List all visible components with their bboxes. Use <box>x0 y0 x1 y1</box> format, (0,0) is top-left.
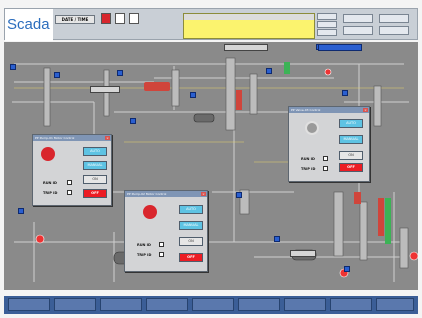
on-button[interactable]: ON <box>339 151 363 160</box>
on-button[interactable]: ON <box>179 237 203 246</box>
run-indicator-label: RUN ID <box>43 181 57 185</box>
off-button[interactable]: OFF <box>339 163 363 172</box>
pump-icon <box>41 147 55 161</box>
close-icon[interactable]: × <box>201 192 206 196</box>
side-button-1[interactable] <box>317 13 337 20</box>
instrument-tag[interactable] <box>117 70 123 76</box>
trip-indicator <box>67 190 72 195</box>
off-button[interactable]: OFF <box>83 189 107 198</box>
trip-indicator-label: TRIP ID <box>301 167 316 171</box>
side-button-2[interactable] <box>317 21 337 28</box>
app-logo: Scada <box>5 9 53 41</box>
top-toolbar: Scada DATE / TIME <box>4 8 418 41</box>
instrument-tag[interactable] <box>130 118 136 124</box>
datetime-display: DATE / TIME <box>55 15 95 24</box>
bottom-nav-button-6[interactable] <box>238 298 280 311</box>
off-button[interactable]: OFF <box>179 253 203 262</box>
instrument-tag[interactable] <box>54 72 60 78</box>
run-indicator <box>159 242 164 247</box>
nav-button-plant-trend[interactable] <box>379 26 409 35</box>
bottom-nav-button-2[interactable] <box>54 298 96 311</box>
instrument-tag[interactable] <box>344 266 350 272</box>
bottom-nav-button-3[interactable] <box>100 298 142 311</box>
alarm-panel[interactable] <box>183 13 315 39</box>
popup-title: PP Pump-01 Motor Control <box>33 135 111 141</box>
popup-title: PP Pump-02 Motor Control <box>125 191 207 197</box>
popup-title: PP Valve-03 Control <box>289 107 369 113</box>
report-icon[interactable] <box>115 13 125 24</box>
alarm-panel-header <box>184 14 314 20</box>
manual-button[interactable]: MANUAL <box>339 135 363 144</box>
bottom-nav-button-7[interactable] <box>284 298 326 311</box>
auto-button[interactable]: AUTO <box>339 119 363 128</box>
motor-control-popup-b[interactable]: PP Pump-02 Motor Control × AUTO MANUAL O… <box>124 190 208 272</box>
auto-button[interactable]: AUTO <box>179 205 203 214</box>
instrument-tag[interactable] <box>342 90 348 96</box>
motor-control-popup-a[interactable]: PP Pump-01 Motor Control × AUTO MANUAL O… <box>32 134 112 206</box>
bottom-nav-button-5[interactable] <box>192 298 234 311</box>
bottom-navigation <box>4 296 418 314</box>
mode-selector[interactable] <box>318 44 362 51</box>
trip-indicator <box>323 166 328 171</box>
run-indicator-label: RUN ID <box>301 157 315 161</box>
alarm-icon[interactable] <box>101 13 111 24</box>
bottom-nav-button-9[interactable] <box>376 298 414 311</box>
nav-button-plant-overview[interactable] <box>343 26 373 35</box>
valve-icon <box>305 121 319 135</box>
nav-button-plant-control-2[interactable] <box>379 14 409 23</box>
bottom-nav-button-1[interactable] <box>8 298 50 311</box>
on-button[interactable]: ON <box>83 175 107 184</box>
close-icon[interactable]: × <box>105 136 110 140</box>
printer-icon[interactable] <box>129 13 139 24</box>
instrument-tag[interactable] <box>18 208 24 214</box>
unit-header <box>224 44 268 51</box>
run-indicator-label: RUN ID <box>137 243 151 247</box>
trip-indicator-label: TRIP ID <box>137 253 152 257</box>
unit-label <box>290 250 316 257</box>
instrument-tag[interactable] <box>10 64 16 70</box>
run-indicator <box>323 156 328 161</box>
trip-indicator <box>159 252 164 257</box>
nav-button-plant-control[interactable] <box>343 14 373 23</box>
manual-button[interactable]: MANUAL <box>83 161 107 170</box>
instrument-tag[interactable] <box>266 68 272 74</box>
trip-indicator-label: TRIP ID <box>43 191 58 195</box>
unit-label <box>90 86 120 93</box>
close-icon[interactable]: × <box>363 108 368 112</box>
bottom-nav-button-8[interactable] <box>330 298 372 311</box>
run-indicator <box>67 180 72 185</box>
instrument-tag[interactable] <box>274 236 280 242</box>
pump-icon <box>143 205 157 219</box>
instrument-tag[interactable] <box>190 92 196 98</box>
manual-button[interactable]: MANUAL <box>179 221 203 230</box>
bottom-nav-button-4[interactable] <box>146 298 188 311</box>
auto-button[interactable]: AUTO <box>83 147 107 156</box>
side-button-3[interactable] <box>317 29 337 36</box>
valve-control-popup[interactable]: PP Valve-03 Control × AUTO MANUAL ON OFF… <box>288 106 370 182</box>
instrument-tag[interactable] <box>236 192 242 198</box>
